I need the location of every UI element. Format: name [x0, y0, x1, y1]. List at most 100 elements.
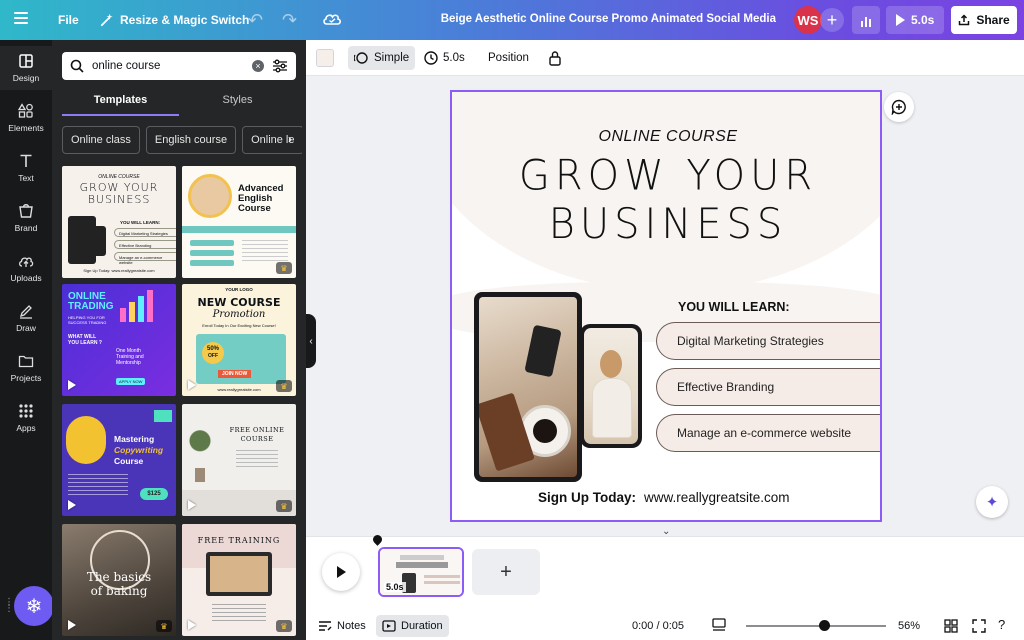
page-view-icon[interactable]	[711, 618, 727, 632]
template-thumb-free-training[interactable]: FREE TRAINING ♛	[182, 524, 296, 636]
template-thumb-basics-of-baking[interactable]: The basics of baking ♛	[62, 524, 176, 636]
learn-item-3[interactable]: Manage an e-commerce website	[656, 414, 880, 452]
analytics-icon[interactable]	[852, 6, 880, 34]
animate-simple-button[interactable]: Simple	[348, 46, 416, 70]
crown-icon: ♛	[276, 500, 292, 512]
crown-icon: ♛	[276, 380, 292, 392]
template-thumb-mastering-copywriting[interactable]: Mastering Copywriting Course $125	[62, 404, 176, 516]
phone-photo	[584, 328, 638, 444]
rail-draw[interactable]: Draw	[0, 296, 52, 340]
learn-item-1[interactable]: Digital Marketing Strategies	[656, 322, 880, 360]
tab-templates[interactable]: Templates	[62, 92, 179, 116]
learn-heading[interactable]: YOU WILL LEARN:	[678, 300, 790, 314]
clip-thumb-line	[396, 562, 448, 568]
thumb-text: SUCCESS TRADING	[68, 320, 107, 325]
cloud-saved-icon[interactable]	[322, 10, 342, 31]
add-page-button[interactable]: +	[472, 549, 540, 595]
cloud-upload-icon	[19, 257, 34, 267]
thumb-text: Course	[114, 456, 144, 466]
tablet-mockup[interactable]	[474, 292, 582, 482]
collapse-panel-button[interactable]: ‹	[306, 314, 316, 368]
thumb-text: Promotion	[212, 309, 266, 320]
thumb-text: TRADING	[68, 301, 114, 312]
zoom-slider-knob[interactable]	[819, 620, 831, 631]
lock-icon[interactable]	[548, 50, 562, 66]
fullscreen-icon[interactable]	[972, 619, 986, 633]
search-input[interactable]: online course	[92, 60, 244, 72]
suggestion-chips: Online class English course Online le	[62, 126, 302, 154]
template-thumb-online-trading[interactable]: ONLINE TRADING HELPING YOU FOR SUCCESS T…	[62, 284, 176, 396]
notes-label: Notes	[337, 620, 366, 632]
thumb-text: FREE ONLINE	[229, 426, 285, 434]
design-page[interactable]: ONLINE COURSE GROW YOUR BUSINESS YOU WIL…	[450, 90, 882, 522]
duration-button[interactable]: 5.0s	[424, 46, 465, 70]
add-comment-button[interactable]	[884, 92, 914, 122]
zoom-level[interactable]: 56%	[898, 620, 920, 632]
thumb-text: FREE TRAINING	[197, 536, 281, 545]
rail-apps[interactable]: Apps	[0, 396, 52, 440]
undo-icon[interactable]: ↶	[248, 10, 263, 31]
rail-elements[interactable]: Elements	[0, 96, 52, 140]
template-thumb-new-course-promotion[interactable]: YOUR LOGO NEW COURSE Promotion Enroll To…	[182, 284, 296, 396]
design-kicker[interactable]: ONLINE COURSE	[452, 128, 880, 146]
help-icon[interactable]: ?	[998, 617, 1005, 632]
duration-toggle-button[interactable]: Duration	[376, 615, 449, 637]
chevron-right-icon[interactable]: ›	[288, 132, 292, 146]
rail-label: Brand	[14, 223, 38, 233]
magic-assistant-button[interactable]: ❄	[14, 586, 54, 626]
design-title[interactable]: Beige Aesthetic Online Course Promo Anim…	[440, 13, 776, 25]
position-button[interactable]: Position	[488, 46, 529, 70]
template-thumb-grow-business[interactable]: ONLINE COURSE GROW YOUR BUSINESS YOU WIL…	[62, 166, 176, 278]
phone-mockup[interactable]	[580, 324, 642, 448]
resize-magic-switch-button[interactable]: Resize & Magic Switch	[92, 6, 257, 34]
rail-label: Uploads	[10, 273, 42, 283]
zoom-slider[interactable]	[746, 620, 886, 631]
thumb-text: JOIN NOW	[218, 370, 252, 378]
timeline-clip[interactable]: 5.0s	[378, 547, 464, 597]
template-thumb-advanced-english[interactable]: Advanced English Course ♛	[182, 166, 296, 278]
rail-text[interactable]: Text	[0, 146, 52, 190]
redo-icon[interactable]: ↷	[282, 10, 297, 31]
chip-online-class[interactable]: Online class	[62, 126, 140, 154]
headline-line-1: GROW YOUR	[518, 151, 818, 200]
share-button[interactable]: Share	[951, 6, 1017, 34]
rail-brand[interactable]: Brand	[0, 196, 52, 240]
add-collaborator-button[interactable]: +	[820, 8, 844, 32]
present-play-button[interactable]: 5.0s	[886, 6, 945, 34]
timeline-play-button[interactable]	[322, 553, 360, 591]
signup-line[interactable]: Sign Up Today: www.reallygreatsite.com	[538, 490, 790, 505]
background-color-swatch[interactable]	[316, 49, 334, 67]
grid-view-icon[interactable]	[944, 619, 958, 633]
notes-button[interactable]: Notes	[318, 616, 366, 636]
top-bar: File Resize & Magic Switch ↶ ↷ Beige Aes…	[0, 0, 1024, 40]
user-avatar[interactable]: WS	[794, 6, 822, 34]
learn-item-2[interactable]: Effective Branding	[656, 368, 880, 406]
magic-assist-button[interactable]: ✦	[976, 486, 1008, 518]
playhead-marker[interactable]	[371, 533, 384, 546]
thumb-laptop-screen	[210, 556, 268, 592]
search-bar[interactable]: online course ×	[62, 52, 296, 80]
clear-search-icon[interactable]: ×	[252, 60, 264, 72]
chip-online-learning[interactable]: Online le	[242, 126, 302, 154]
rail-design[interactable]: Design	[0, 46, 52, 90]
thumb-text: COURSE	[240, 435, 274, 443]
tab-styles[interactable]: Styles	[179, 92, 296, 116]
chevron-left-icon: ‹	[309, 335, 313, 347]
rail-uploads[interactable]: Uploads	[0, 246, 52, 290]
clip-thumb-line	[424, 575, 460, 578]
upload-icon	[959, 14, 970, 26]
thumb-shape	[154, 410, 172, 422]
thumb-text: OFF	[208, 353, 218, 359]
filter-icon[interactable]	[272, 59, 288, 73]
rail-projects[interactable]: Projects	[0, 346, 52, 390]
menu-icon[interactable]	[14, 12, 28, 27]
drag-handle-icon[interactable]: ⋮ ⋮	[4, 598, 14, 614]
thumb-pill	[190, 240, 234, 246]
file-menu-button[interactable]: File	[50, 6, 87, 34]
play-icon	[188, 500, 196, 510]
templates-panel: online course × Templates Styles Online …	[52, 40, 306, 640]
template-thumb-free-online-course[interactable]: FREE ONLINE COURSE ♛	[182, 404, 296, 516]
chip-english-course[interactable]: English course	[145, 126, 237, 154]
design-headline[interactable]: GROW YOUR BUSINESS	[452, 151, 880, 249]
thumb-lines	[68, 474, 128, 496]
